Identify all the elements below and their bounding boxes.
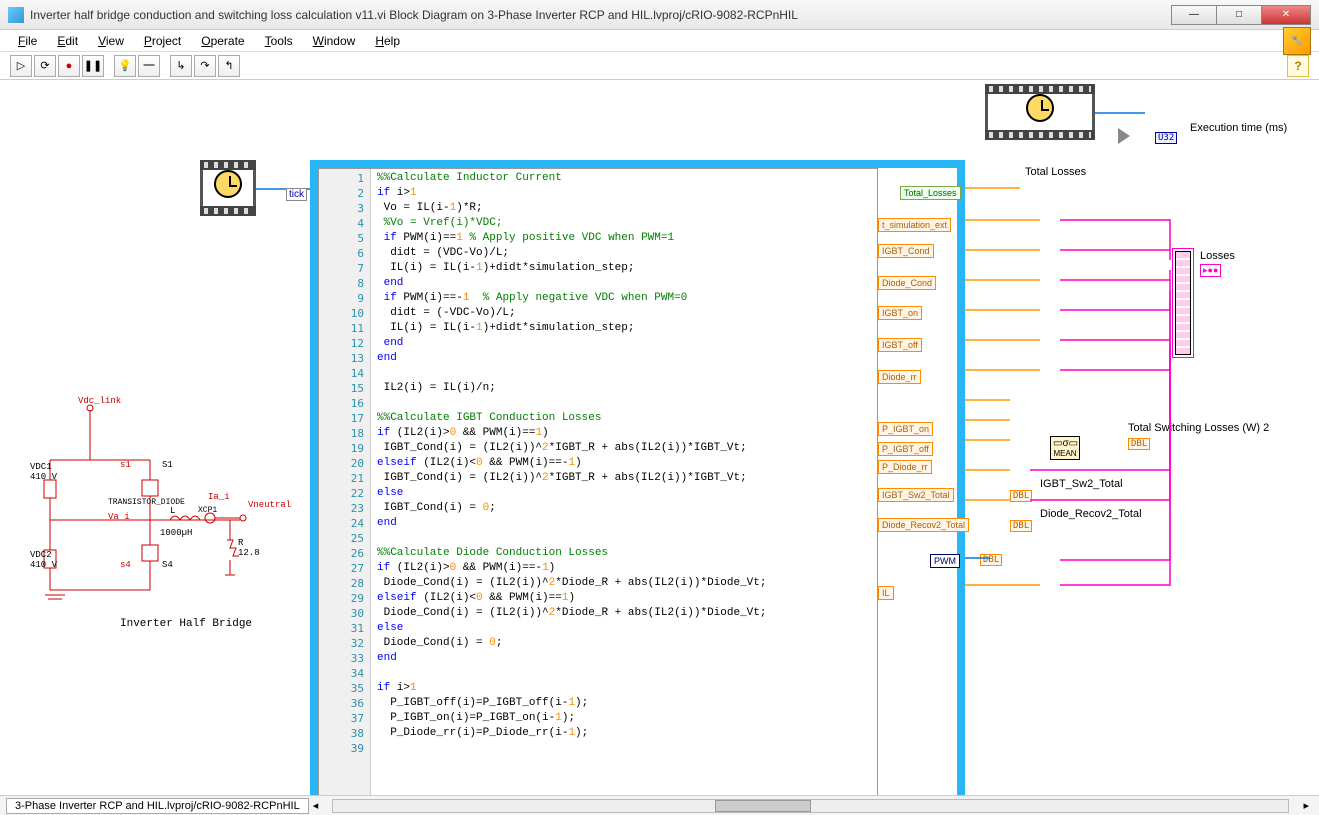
terminal-p_igbt_off[interactable]: P_IGBT_off [878,442,933,456]
window-title: Inverter half bridge conduction and swit… [30,8,1172,22]
run-button[interactable]: ▷ [10,55,32,77]
losses-indicator: ▸●● [1200,264,1221,277]
terminal-diode_recov2_total[interactable]: Diode_Recov2_Total [878,518,969,532]
abort-button[interactable]: ● [58,55,80,77]
total-switching-losses-indicator: DBL [1128,438,1150,450]
window-controls: — □ ✕ [1172,5,1311,25]
menu-file[interactable]: File [8,32,47,50]
terminal-p_diode_rr[interactable]: P_Diode_rr [878,460,932,474]
diode-recov2-total-indicator: DBL [1010,520,1032,532]
tick-count-icon-2 [1026,94,1054,122]
code-body[interactable]: %%Calculate Inductor Current if i>1 Vo =… [371,169,877,795]
menu-operate[interactable]: Operate [191,32,254,50]
circuit-caption: Inverter Half Bridge [120,618,252,630]
tick-tunnel: tick [286,188,307,201]
block-diagram-canvas[interactable]: tick U32 Execution time (ms) 12345678910… [0,80,1319,795]
terminal-total_losses[interactable]: Total_Losses [900,186,961,200]
circuit-schematic: Vdc_link VDC1 410 V VDC2 410 V s1 S1 TRA… [30,400,280,630]
step-out-button[interactable]: ↰ [218,55,240,77]
title-bar: Inverter half bridge conduction and swit… [0,0,1319,30]
status-bar: 3-Phase Inverter RCP and HIL.lvproj/cRIO… [0,795,1319,815]
maximize-button[interactable]: □ [1216,5,1262,25]
terminal-pwm[interactable]: PWM [930,554,960,568]
terminal-igbt_off[interactable]: IGBT_off [878,338,922,352]
diode-recov2-total-label: Diode_Recov2_Total [1040,508,1142,520]
terminal-igbt_cond[interactable]: IGBT_Cond [878,244,934,258]
terminal-igbt_on[interactable]: IGBT_on [878,306,922,320]
losses-label: Losses [1200,250,1235,262]
tab-scroll-left[interactable]: ◂ [309,799,323,812]
total-losses-label: Total Losses [1025,166,1086,178]
sequence-frame-left[interactable] [200,160,256,216]
step-over-button[interactable]: ↷ [194,55,216,77]
context-help-button[interactable]: ? [1287,55,1309,77]
terminal-t_simulation_ext[interactable]: t_simulation_ext [878,218,951,232]
tab-scroll-right[interactable]: ▸ [1299,799,1313,812]
code-gutter: 1234567891011121314151617181920212223242… [319,169,371,795]
terminal-igbt_sw2_total[interactable]: IGBT_Sw2_Total [878,488,954,502]
total-switching-losses-label: Total Switching Losses (W) 2 [1128,422,1269,434]
toolbar: ▷ ⟳ ● ❚❚ 💡 ⎯⎯ ↳ ↷ ↰ ? [0,52,1319,80]
menu-project[interactable]: Project [134,32,191,50]
pwm-dbl-indicator: DBL [980,554,1002,566]
labview-logo-icon: 🔧 [1283,27,1311,55]
subtract-node-icon [1118,128,1130,144]
menu-help[interactable]: Help [365,32,410,50]
run-continuous-button[interactable]: ⟳ [34,55,56,77]
menu-tools[interactable]: Tools [255,32,303,50]
close-button[interactable]: ✕ [1261,5,1311,25]
igbt-sw2-total-label: IGBT_Sw2_Total [1040,478,1123,490]
mathscript-node[interactable]: 1234567891011121314151617181920212223242… [318,168,878,795]
menu-view[interactable]: View [88,32,134,50]
mean-function: ▭σ▭ MEAN [1050,436,1080,460]
pause-button[interactable]: ❚❚ [82,55,104,77]
wiring-overlay [960,170,1310,610]
minimize-button[interactable]: — [1171,5,1217,25]
retain-wire-button[interactable]: ⎯⎯ [138,55,160,77]
sequence-frame-right[interactable] [985,84,1095,140]
terminal-diode_rr[interactable]: Diode_rr [878,370,921,384]
menu-window[interactable]: Window [303,32,366,50]
horizontal-scrollbar[interactable] [332,799,1289,813]
igbt-sw2-total-indicator: DBL [1010,490,1032,502]
app-icon-small [8,7,24,23]
tick-count-icon [214,170,242,198]
terminal-p_igbt_on[interactable]: P_IGBT_on [878,422,933,436]
menu-edit[interactable]: Edit [47,32,88,50]
step-into-button[interactable]: ↳ [170,55,192,77]
exec-time-label: Execution time (ms) [1190,122,1287,134]
highlight-exec-button[interactable]: 💡 [114,55,136,77]
terminal-il[interactable]: IL [878,586,894,600]
terminal-diode_cond[interactable]: Diode_Cond [878,276,936,290]
losses-bundle-icon [1172,248,1194,358]
menu-bar: File Edit View Project Operate Tools Win… [0,30,1319,52]
u32-indicator: U32 [1155,132,1177,144]
status-project-tab[interactable]: 3-Phase Inverter RCP and HIL.lvproj/cRIO… [6,798,309,814]
